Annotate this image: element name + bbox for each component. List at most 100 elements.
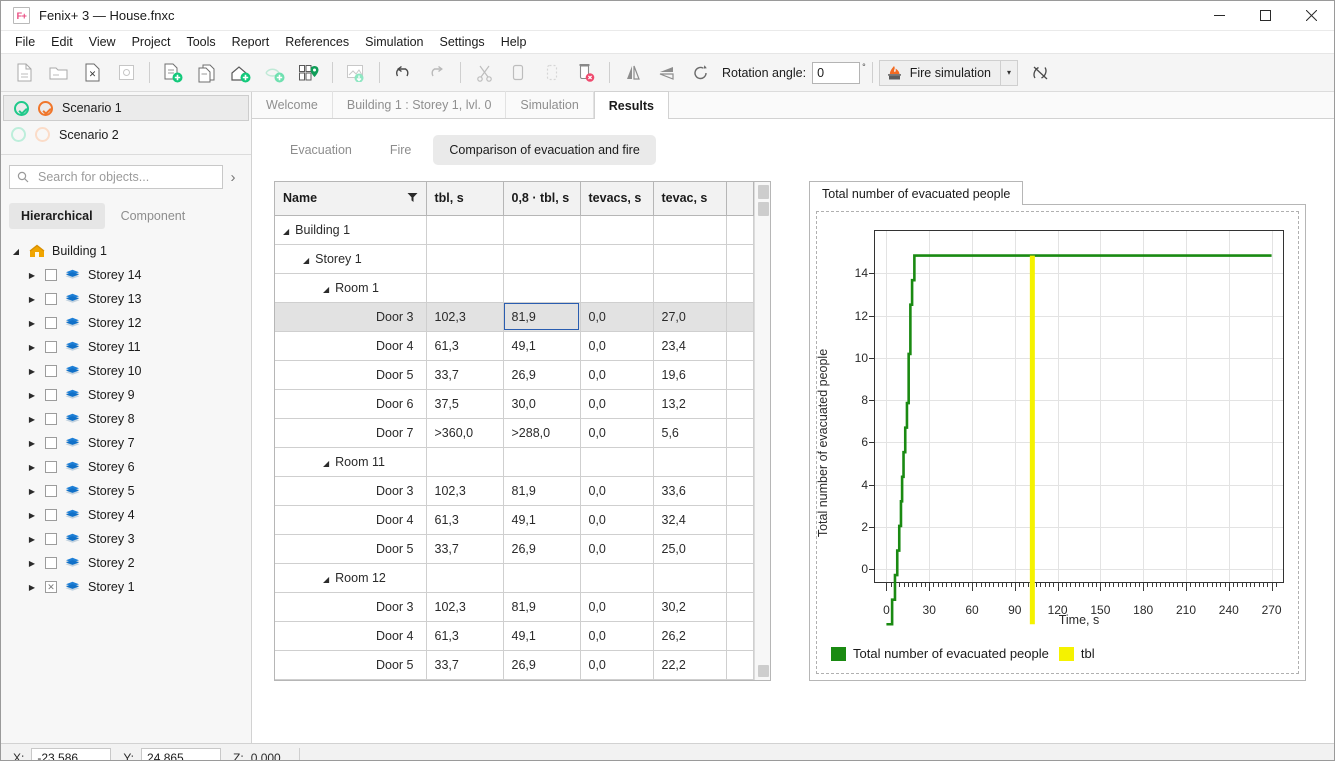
expand-arrow-icon[interactable]: ▶ [26, 487, 38, 496]
add-building-button[interactable] [224, 57, 258, 89]
open-folder-button[interactable] [41, 57, 75, 89]
expand-arrow-icon[interactable]: ◢ [10, 247, 22, 256]
cell-tevacs[interactable]: 0,0 [580, 621, 653, 650]
cell-tbl08[interactable]: 49,1 [503, 505, 580, 534]
fire-simulation-dropdown[interactable]: ▾ [1000, 60, 1018, 86]
menu-tools[interactable]: Tools [178, 32, 223, 52]
cell-tevacs[interactable]: 0,0 [580, 389, 653, 418]
cell-name[interactable]: Door 5 [275, 534, 426, 563]
cell-tbl08[interactable]: 49,1 [503, 621, 580, 650]
rotate-button[interactable] [684, 57, 718, 89]
tree-item-storey-5[interactable]: ▶Storey 5 [1, 479, 251, 503]
tree-item-storey-6[interactable]: ▶Storey 6 [1, 455, 251, 479]
coord-x-input[interactable] [31, 748, 111, 761]
subtab-fire[interactable]: Fire [374, 135, 428, 165]
cell-tevacs[interactable]: 0,0 [580, 650, 653, 679]
cell-tbl[interactable] [426, 563, 503, 592]
cell-name[interactable]: ◢Room 11 [275, 447, 426, 476]
menu-file[interactable]: File [7, 32, 43, 52]
cell-tevac[interactable]: 30,2 [653, 592, 726, 621]
cell-tbl[interactable] [426, 273, 503, 302]
new-document-button[interactable] [7, 57, 41, 89]
tree-item-storey-9[interactable]: ▶Storey 9 [1, 383, 251, 407]
cell-name[interactable]: Door 4 [275, 331, 426, 360]
search-box[interactable] [9, 165, 223, 189]
menu-references[interactable]: References [277, 32, 357, 52]
rotation-angle-input[interactable] [812, 62, 860, 84]
table-scrollbar-thumb[interactable] [758, 185, 769, 199]
cell-tbl08[interactable]: 26,9 [503, 650, 580, 679]
cell-tevac[interactable]: 27,0 [653, 302, 726, 331]
expand-arrow-icon[interactable]: ▶ [26, 535, 38, 544]
column-header-name[interactable]: Name [275, 182, 426, 215]
cell-tbl08[interactable]: >288,0 [503, 418, 580, 447]
cell-tbl08[interactable]: 81,9 [503, 476, 580, 505]
tree-item-storey-7[interactable]: ▶Storey 7 [1, 431, 251, 455]
cell-tbl[interactable]: 37,5 [426, 389, 503, 418]
subtab-evacuation[interactable]: Evacuation [274, 135, 368, 165]
copy-button[interactable] [501, 57, 535, 89]
save-button[interactable] [109, 57, 143, 89]
tab-welcome[interactable]: Welcome [252, 91, 333, 118]
expand-arrow-icon[interactable]: ▶ [26, 511, 38, 520]
column-header-tevac[interactable]: tevac, s [653, 182, 726, 215]
cell-tbl08[interactable]: 26,9 [503, 534, 580, 563]
add-map-marker-button[interactable] [292, 57, 326, 89]
table-row[interactable]: ◢Room 11 [275, 447, 753, 476]
close-document-button[interactable]: ✕ [75, 57, 109, 89]
cell-tbl[interactable]: >360,0 [426, 418, 503, 447]
tree-item-storey-1[interactable]: ▶✕Storey 1 [1, 575, 251, 599]
redo-button[interactable] [420, 57, 454, 89]
cell-tbl[interactable]: 102,3 [426, 302, 503, 331]
tree-item-building-1[interactable]: ◢ Building 1 [1, 239, 251, 263]
cell-tevacs[interactable] [580, 244, 653, 273]
table-row[interactable]: Door 533,726,90,025,0 [275, 534, 753, 563]
expand-arrow-icon[interactable]: ▶ [26, 343, 38, 352]
cell-tbl08[interactable]: 26,9 [503, 360, 580, 389]
menu-view[interactable]: View [81, 32, 124, 52]
table-row[interactable]: ◢Building 1 [275, 215, 753, 244]
column-header-tevacs[interactable]: tevacs, s [580, 182, 653, 215]
cell-name[interactable]: ◢Storey 1 [275, 244, 426, 273]
cell-tbl[interactable] [426, 215, 503, 244]
expand-arrow-icon[interactable]: ▶ [26, 463, 38, 472]
visibility-checkbox[interactable] [45, 533, 57, 545]
cell-name[interactable]: Door 3 [275, 302, 426, 331]
cell-tevacs[interactable]: 0,0 [580, 360, 653, 389]
cell-tbl08[interactable] [503, 244, 580, 273]
cell-tevacs[interactable]: 0,0 [580, 331, 653, 360]
table-row[interactable]: Door 461,349,10,026,2 [275, 621, 753, 650]
chevron-right-icon[interactable]: › [223, 169, 243, 186]
cell-name[interactable]: Door 7 [275, 418, 426, 447]
visibility-checkbox[interactable] [45, 389, 57, 401]
row-expand-icon[interactable]: ◢ [323, 575, 329, 584]
visibility-checkbox[interactable] [45, 317, 57, 329]
cell-tevacs[interactable]: 0,0 [580, 476, 653, 505]
cell-tbl[interactable] [426, 244, 503, 273]
cell-tevacs[interactable] [580, 563, 653, 592]
table-row[interactable]: Door 461,349,10,023,4 [275, 331, 753, 360]
cell-tevac[interactable]: 5,6 [653, 418, 726, 447]
visibility-checkbox[interactable] [45, 341, 57, 353]
menu-settings[interactable]: Settings [432, 32, 493, 52]
table-row[interactable]: ◢Storey 1 [275, 244, 753, 273]
maximize-button[interactable] [1242, 1, 1288, 31]
expand-arrow-icon[interactable]: ▶ [26, 439, 38, 448]
menu-simulation[interactable]: Simulation [357, 32, 431, 52]
scenario-item-2[interactable]: Scenario 2 [1, 121, 251, 148]
cell-tbl[interactable]: 33,7 [426, 534, 503, 563]
tree-item-storey-3[interactable]: ▶Storey 3 [1, 527, 251, 551]
cell-name[interactable]: Door 6 [275, 389, 426, 418]
cell-tevacs[interactable]: 0,0 [580, 418, 653, 447]
expand-arrow-icon[interactable]: ▶ [26, 367, 38, 376]
column-header-tbl[interactable]: tbl, s [426, 182, 503, 215]
visibility-checkbox[interactable] [45, 509, 57, 521]
mirror-vertical-button[interactable] [650, 57, 684, 89]
menu-help[interactable]: Help [493, 32, 535, 52]
expand-arrow-icon[interactable]: ▶ [26, 391, 38, 400]
table-scrollbar-thumb-bottom[interactable] [758, 665, 769, 677]
tree-item-storey-8[interactable]: ▶Storey 8 [1, 407, 251, 431]
add-zone-button[interactable] [258, 57, 292, 89]
cell-tevac[interactable] [653, 447, 726, 476]
tab-component[interactable]: Component [109, 203, 198, 229]
